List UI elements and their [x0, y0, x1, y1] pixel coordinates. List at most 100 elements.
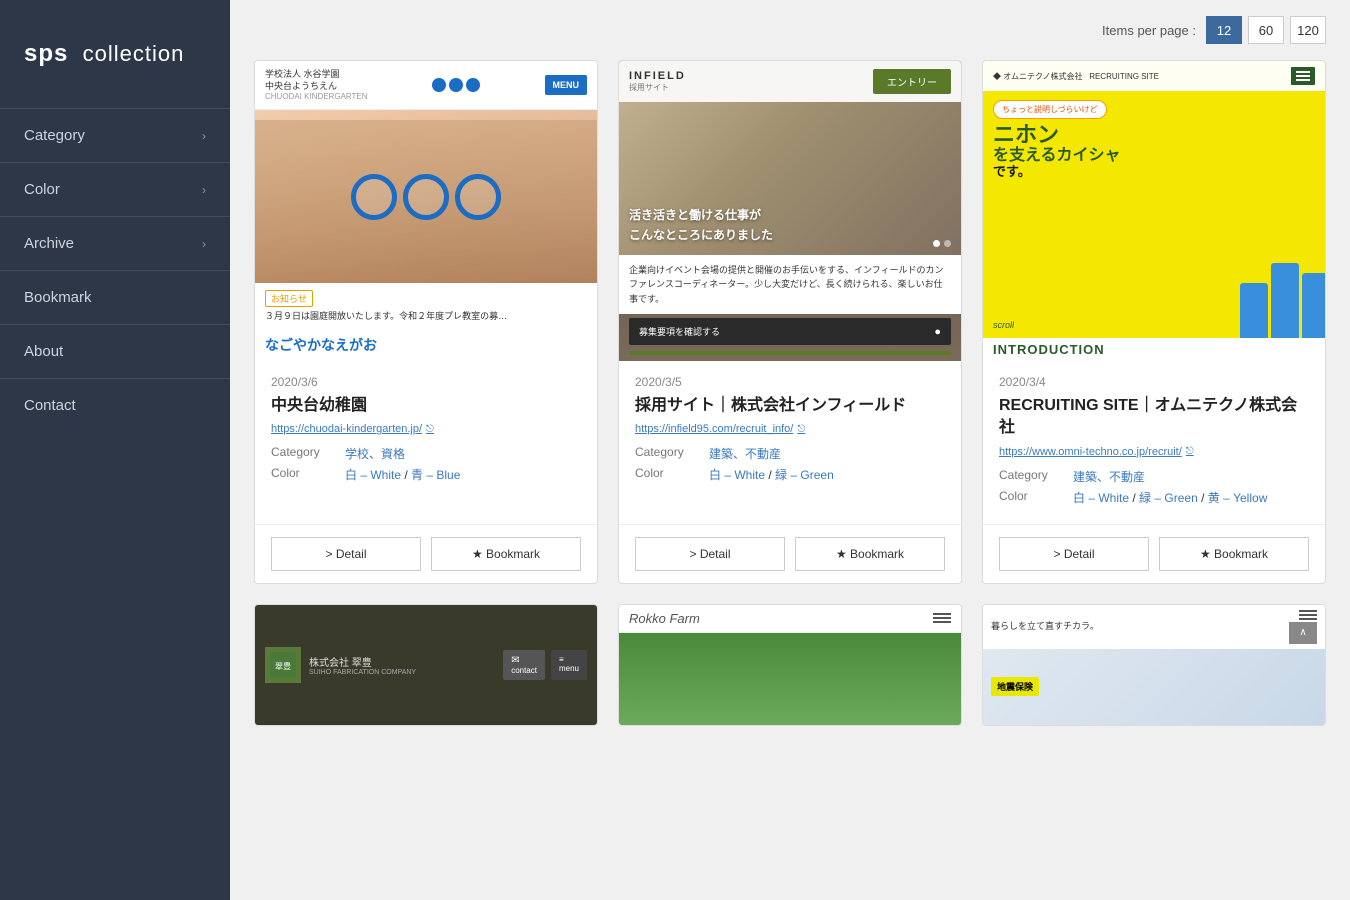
color-value: 白 – White / 青 – Blue: [345, 466, 581, 483]
card-2-bookmark-button[interactable]: ★ Bookmark: [795, 537, 945, 571]
menu-btn[interactable]: ≡ menu: [551, 650, 587, 680]
rokko-header: Rokko Farm: [619, 605, 961, 633]
card-2-date: 2020/3/5: [635, 375, 945, 389]
category-value: 建築、不動産: [1073, 468, 1309, 485]
card-1-photo: [255, 110, 597, 283]
card-2-buttons: > Detail ★ Bookmark: [619, 524, 961, 583]
infield-description: 企業向けイベント会場の提供と開催のお手伝いをする、インフィールドのカンファレンス…: [619, 255, 961, 314]
card-3-title: RECRUITING SITE｜オムニテクノ株式会社: [999, 395, 1309, 440]
jishin-right-controls: ∧: [1289, 610, 1317, 644]
nav-link-bookmark[interactable]: Bookmark: [0, 271, 230, 324]
bc-ring-1: [351, 174, 397, 220]
color-label: Color: [999, 489, 1069, 506]
card-3-bookmark-button[interactable]: ★ Bookmark: [1159, 537, 1309, 571]
infield-photo: 活き活きと働ける仕事が こんなところにありました: [619, 102, 961, 255]
color-value: 白 – White / 緑 – Green: [709, 466, 945, 483]
per-page-60-button[interactable]: 60: [1248, 16, 1284, 44]
circle-2: [449, 78, 463, 92]
card-1-url[interactable]: https://chuodai-kindergarten.jp/ ⎋: [271, 423, 581, 435]
card-3-meta-category: Category 建築、不動産: [999, 468, 1309, 485]
menu-line: [1296, 79, 1310, 81]
card-3-image: ◆ オムニテクノ株式会社 RECRUITING SITE ちょっと説明しづらいけ…: [983, 61, 1325, 361]
card-3-img-container: ◆ オムニテクノ株式会社 RECRUITING SITE ちょっと説明しづらいけ…: [983, 61, 1325, 361]
card-4-image: 翠豊 株式会社 翠豊 SUIHO FABRICATION COMPANY ✉ c…: [255, 605, 597, 725]
menu-lines[interactable]: [1299, 610, 1317, 620]
kinder-school-name: 学校法人 水谷学園中央台ようちえん: [265, 69, 368, 92]
nav-item-color[interactable]: Color ›: [0, 162, 230, 216]
chevron-right-icon: ›: [202, 129, 206, 143]
infield-logo-area: INFIELD 採用サイト: [629, 70, 686, 93]
color-label: Color: [271, 466, 341, 483]
nav-link-archive[interactable]: Archive ›: [0, 217, 230, 270]
nav-label-contact: Contact: [24, 397, 76, 414]
nav-item-contact[interactable]: Contact: [0, 378, 230, 432]
card-1-title: 中央台幼稚園: [271, 395, 581, 417]
nav-label-bookmark: Bookmark: [24, 289, 92, 306]
main-content: Items per page : 12 60 120 学校法人 水谷学園中央台よ…: [230, 0, 1350, 900]
external-link-icon: ⎋: [797, 424, 805, 435]
card-3-meta-color: Color 白 – White / 緑 – Green / 黄 – Yellow: [999, 489, 1309, 506]
menu-line: [1299, 614, 1317, 616]
top-bar: Items per page : 12 60 120: [254, 16, 1326, 44]
omni-logo-text: ◆ オムニテクノ株式会社 RECRUITING SITE: [993, 71, 1159, 82]
omni-menu-button[interactable]: [1291, 67, 1315, 85]
card-1-bookmark-button[interactable]: ★ Bookmark: [431, 537, 581, 571]
nav-list: Category › Color › Archive › Bookmark: [0, 108, 230, 900]
card-1-detail-button[interactable]: > Detail: [271, 537, 421, 571]
menu-line: [1296, 75, 1310, 77]
external-link-icon: ⎋: [426, 424, 434, 435]
card-3-detail-button[interactable]: > Detail: [999, 537, 1149, 571]
infield-logo: INFIELD: [629, 70, 686, 82]
menu-button[interactable]: MENU: [545, 75, 588, 95]
nav-link-color[interactable]: Color ›: [0, 163, 230, 216]
nav-item-bookmark[interactable]: Bookmark: [0, 270, 230, 324]
card-6: 暮らしを立て直すチカラ。 ∧ 地震保険: [982, 604, 1326, 726]
nav-link-contact[interactable]: Contact: [0, 379, 230, 432]
card-2-detail-button[interactable]: > Detail: [635, 537, 785, 571]
dot-2: [944, 240, 951, 247]
card-3-url[interactable]: https://www.omni-techno.co.jp/recruit/ ⎋: [999, 446, 1309, 458]
card-3-date: 2020/3/4: [999, 375, 1309, 389]
card-3: ◆ オムニテクノ株式会社 RECRUITING SITE ちょっと説明しづらいけ…: [982, 60, 1326, 584]
cards-grid: 学校法人 水谷学園中央台ようちえん CHUODAI KINDERGARTEN M…: [254, 60, 1326, 726]
green-bar: [629, 351, 951, 355]
nav-link-category[interactable]: Category ›: [0, 109, 230, 162]
nav-link-about[interactable]: About: [0, 325, 230, 378]
kinder-circles: [432, 78, 480, 92]
recruit-confirm-button[interactable]: 募集要項を確認する ●: [629, 318, 951, 345]
card-1: 学校法人 水谷学園中央台ようちえん CHUODAI KINDERGARTEN M…: [254, 60, 598, 584]
logo-area: sps collection: [0, 0, 230, 108]
nav-item-about[interactable]: About: [0, 324, 230, 378]
chevron-right-icon: ›: [202, 237, 206, 251]
contact-btn[interactable]: ✉ contact: [503, 650, 545, 680]
entry-button[interactable]: エントリー: [873, 69, 951, 94]
per-page-120-button[interactable]: 120: [1290, 16, 1326, 44]
sidebar: sps collection Category › Color › Archiv…: [0, 0, 230, 900]
card-1-date: 2020/3/6: [271, 375, 581, 389]
notice-tag: お知らせ: [265, 290, 313, 307]
scroll-up-button[interactable]: ∧: [1289, 622, 1317, 644]
scroll-text: scroll: [993, 320, 1014, 330]
notice-text: ３月９日は園庭開放いたします。令和２年度プレ教室の募…: [265, 310, 587, 323]
per-page-12-button[interactable]: 12: [1206, 16, 1242, 44]
nav-label-color: Color: [24, 181, 60, 198]
card-2-meta-color: Color 白 – White / 緑 – Green: [635, 466, 945, 483]
nav-item-archive[interactable]: Archive ›: [0, 216, 230, 270]
jishin-header: 暮らしを立て直すチカラ。 ∧: [983, 605, 1325, 649]
menu-line: [1299, 610, 1317, 612]
nav-label-archive: Archive: [24, 235, 74, 252]
category-label: Category: [271, 445, 341, 462]
card-2-url[interactable]: https://infield95.com/recruit_info/ ⎋: [635, 423, 945, 435]
omni-intro: INTRODUCTION: [983, 338, 1325, 361]
category-value: 学校、資格: [345, 445, 581, 462]
nav-item-category[interactable]: Category ›: [0, 108, 230, 162]
intro-text: INTRODUCTION: [993, 342, 1315, 357]
rokko-menu-icon[interactable]: [933, 613, 951, 623]
card-1-meta-category: Category 学校、資格: [271, 445, 581, 462]
bc-ring-2: [403, 174, 449, 220]
card-1-meta-color: Color 白 – White / 青 – Blue: [271, 466, 581, 483]
hiragana-text: なごやかなえがお: [265, 335, 587, 355]
arrow-icon: ●: [934, 326, 941, 338]
suiho-image: 翠豊 株式会社 翠豊 SUIHO FABRICATION COMPANY ✉ c…: [255, 605, 597, 725]
card-6-image: 暮らしを立て直すチカラ。 ∧ 地震保険: [983, 605, 1325, 725]
